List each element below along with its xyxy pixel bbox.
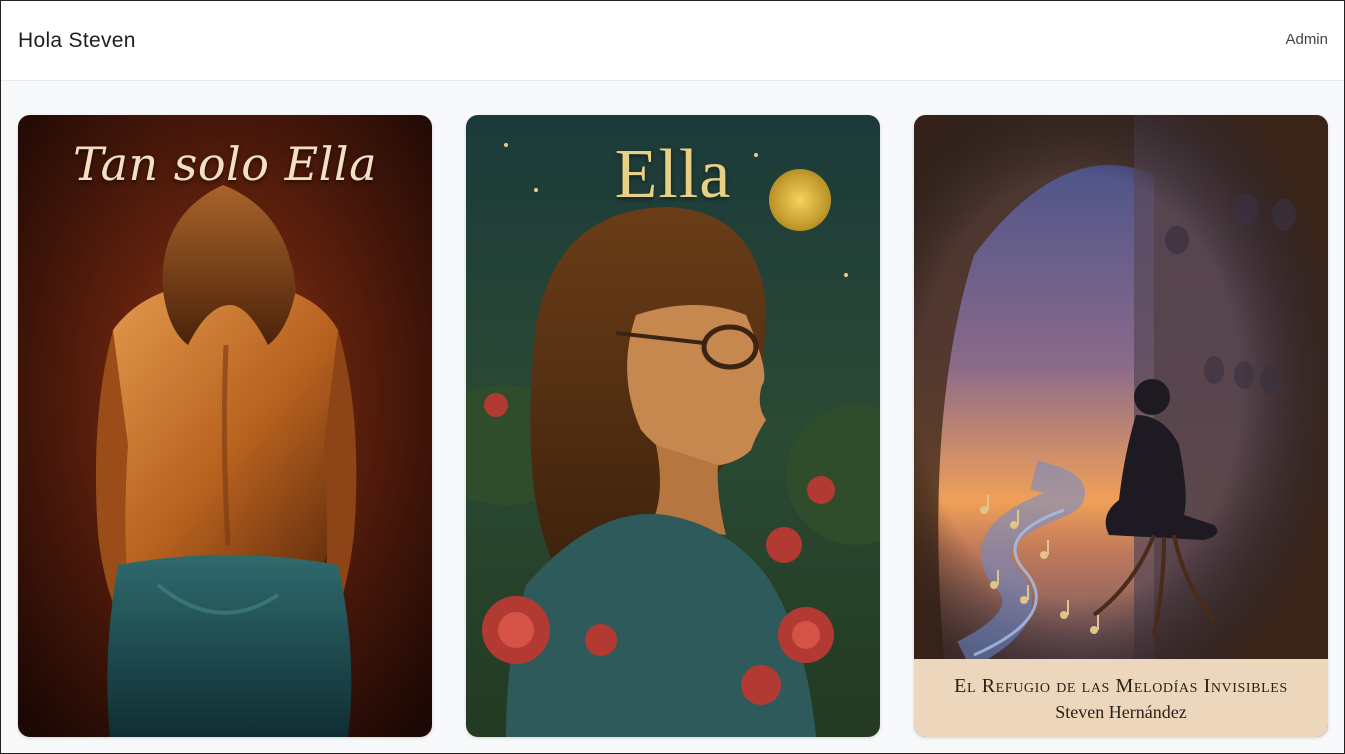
cover-banner: El Refugio de las Melodías Invisibles St… bbox=[914, 659, 1328, 737]
cover-title: El Refugio de las Melodías Invisibles bbox=[954, 675, 1288, 697]
cover-title: Tan solo Ella bbox=[72, 137, 378, 191]
admin-link[interactable]: Admin bbox=[1285, 31, 1328, 48]
book-card[interactable]: El Refugio de las Melodías Invisibles St… bbox=[914, 115, 1328, 737]
cover-author: Steven Hernández bbox=[1055, 702, 1187, 722]
book-card[interactable]: Ella bbox=[466, 115, 880, 737]
book-cover-image bbox=[18, 115, 432, 737]
top-bar: Hola Steven Admin bbox=[1, 1, 1344, 81]
cover-title: Ella bbox=[614, 136, 732, 213]
greeting-text: Hola Steven bbox=[18, 28, 136, 52]
book-card[interactable]: Tan solo Ella bbox=[18, 115, 432, 737]
book-cover-image bbox=[914, 115, 1328, 737]
